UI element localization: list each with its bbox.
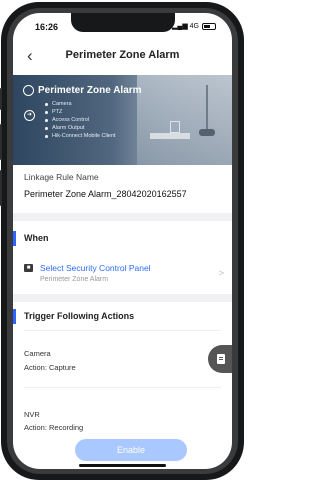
list-item: Hik-Connect Mobile Client: [45, 132, 116, 140]
when-section-header: When: [13, 225, 232, 252]
list-item: Camera: [45, 100, 116, 108]
banner-device-list: Camera PTZ Access Control Alarm Output H…: [45, 100, 116, 140]
camera-notch: [71, 13, 175, 32]
battery-icon: [202, 22, 216, 30]
volume-up-button: [0, 124, 2, 160]
status-indicators: ▂▄▆ 4G: [172, 22, 216, 30]
section-accent-bar: [13, 309, 16, 324]
arrow-icon: ➜: [24, 110, 35, 121]
signal-icon: ▂▄▆ 4G: [171, 23, 199, 30]
app-screen: 16:26 ▂▄▆ 4G ‹ Perimeter Zone Alarm Peri…: [13, 13, 232, 469]
list-item: Access Control: [45, 116, 116, 124]
banner-title-text: Perimeter Zone Alarm: [38, 85, 142, 96]
room-background-image: [137, 75, 232, 165]
lamp-base-decoration: [199, 129, 215, 136]
lamp-decoration: [206, 85, 208, 131]
action-device-nvr[interactable]: NVR: [24, 410, 40, 419]
action-type-nvr: Action: Recording: [24, 423, 84, 432]
table-decoration: [150, 133, 190, 139]
action-type-camera: Action: Capture: [24, 363, 76, 372]
status-time: 16:26: [35, 22, 59, 32]
list-item: PTZ: [45, 108, 116, 116]
divider: [13, 294, 232, 302]
trigger-section-header: Trigger Following Actions: [13, 303, 232, 330]
section-accent-bar: [13, 231, 16, 246]
trigger-title: Trigger Following Actions: [24, 311, 135, 321]
status-bar: 16:26 ▂▄▆ 4G: [13, 13, 232, 39]
nav-bar: ‹ Perimeter Zone Alarm: [13, 39, 232, 75]
home-indicator[interactable]: [79, 464, 166, 467]
select-panel-link[interactable]: Select Security Control Panel: [40, 263, 151, 273]
chevron-right-icon: >: [218, 268, 224, 278]
floating-menu-button[interactable]: [208, 345, 232, 373]
divider: [13, 213, 232, 221]
banner-title: Perimeter Zone Alarm: [23, 85, 142, 96]
zone-icon: [23, 85, 34, 96]
alarm-banner: Perimeter Zone Alarm ➜ Camera PTZ Access…: [13, 75, 232, 165]
rule-name-label: Linkage Rule Name: [24, 172, 99, 182]
mute-switch: [0, 88, 2, 110]
control-panel-icon: ■: [24, 264, 33, 272]
action-device-camera[interactable]: Camera: [24, 349, 51, 358]
volume-down-button: [0, 170, 2, 206]
divider: [24, 330, 221, 331]
document-icon: [217, 354, 225, 364]
when-title: When: [24, 233, 49, 243]
selected-panel-name: Perimeter Zone Alarm: [40, 276, 109, 283]
chair-decoration: [170, 121, 180, 133]
select-panel-row[interactable]: ■ Select Security Control Panel Perimete…: [13, 260, 232, 292]
divider: [24, 387, 221, 388]
list-item: Alarm Output: [45, 124, 116, 132]
enable-button[interactable]: Enable: [75, 439, 187, 461]
rule-name-field[interactable]: Perimeter Zone Alarm_28042020162557: [24, 189, 187, 199]
page-title: Perimeter Zone Alarm: [65, 49, 180, 61]
